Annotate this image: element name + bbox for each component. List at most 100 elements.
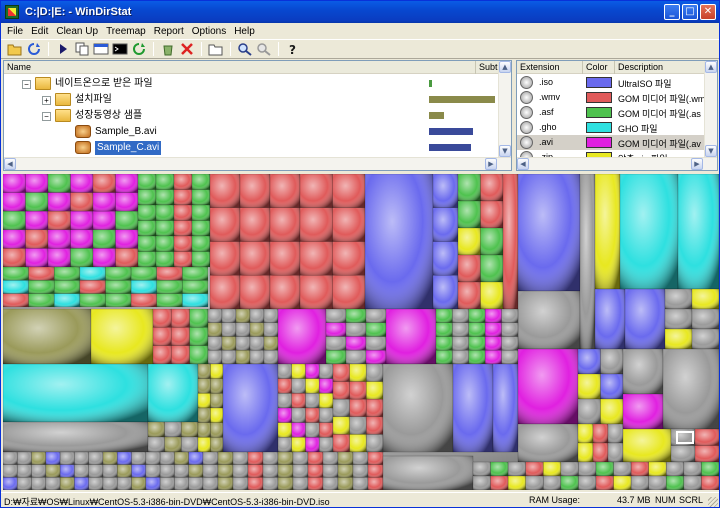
column-color[interactable]: Color [583, 61, 615, 74]
scroll-down-button[interactable]: ▼ [499, 145, 511, 157]
treemap-tile-shading [332, 398, 350, 418]
scroll-up-button[interactable]: ▲ [705, 61, 717, 73]
tree-row[interactable]: + 설치파일 [4, 92, 498, 108]
menu-treemap[interactable]: Treemap [103, 26, 151, 37]
menu-clean-up[interactable]: Clean Up [53, 26, 103, 37]
collapse-icon[interactable]: − [42, 112, 51, 121]
title-bar[interactable]: C:|D:|E: - WinDirStat _ □ ✕ [1, 1, 719, 23]
play-icon[interactable] [55, 41, 71, 57]
tree-row[interactable]: Sample_B.avi [4, 124, 498, 140]
maximize-button[interactable]: □ [682, 4, 698, 20]
treemap-tile-shading [592, 423, 609, 444]
tree-horizontal-scrollbar[interactable]: ◀ ▶ [4, 157, 511, 170]
menu-report[interactable]: Report [151, 26, 189, 37]
command-prompt-icon[interactable] [112, 41, 128, 57]
copy-path-icon[interactable] [74, 41, 90, 57]
menu-help[interactable]: Help [231, 26, 260, 37]
extension-row[interactable]: .gho GHO 파일 [517, 120, 705, 135]
file-type-icon [520, 121, 533, 134]
open-folder-icon[interactable] [7, 41, 23, 57]
treemap-tile-shading [59, 477, 75, 490]
close-button[interactable]: ✕ [700, 4, 716, 20]
zoom-in-icon[interactable] [237, 41, 253, 57]
menu-options[interactable]: Options [189, 26, 231, 37]
treemap-tile-shading [490, 461, 509, 477]
refresh-icon[interactable] [131, 41, 147, 57]
resize-grip[interactable] [708, 497, 718, 507]
treemap-tile-shading [619, 174, 679, 290]
treemap-tile-shading [291, 422, 306, 438]
treemap-tile-shading [155, 235, 175, 252]
treemap-tile-shading [31, 464, 47, 478]
treemap-tile-shading [457, 254, 481, 283]
new-folder-icon[interactable] [208, 41, 224, 57]
treemap-tile-shading [3, 308, 92, 365]
treemap-tile-shading [156, 280, 183, 294]
extension-row[interactable]: .avi GOM 미디어 파일(.av [517, 135, 705, 150]
column-name[interactable]: Name [4, 61, 476, 74]
treemap-tile-shading [622, 393, 664, 430]
extension-row[interactable]: .wmv GOM 미디어 파일(.wm [517, 90, 705, 105]
tree-vertical-scrollbar[interactable]: ▲ ▼ [498, 61, 511, 158]
tree-row[interactable]: − 네이트온으로 받은 파일 [4, 76, 498, 92]
treemap-tile-shading [332, 363, 350, 382]
extension-row[interactable]: .iso UltraISO 파일 [517, 75, 705, 90]
treemap-view[interactable] [3, 174, 719, 490]
expand-icon[interactable]: + [42, 96, 51, 105]
treemap-tile-shading [25, 229, 49, 249]
tree-row-label: 설치파일 [75, 94, 112, 105]
explorer-icon[interactable] [93, 41, 109, 57]
treemap-tile-shading [543, 475, 562, 490]
column-description[interactable]: Description [615, 61, 705, 74]
treemap-tile-shading [102, 477, 118, 490]
tree-row[interactable]: Sample_C.avi [4, 140, 498, 156]
treemap-tile-shading [577, 348, 601, 375]
treemap-tile-shading [197, 422, 211, 438]
treemap-tile-shading [457, 227, 481, 256]
extension-horizontal-scrollbar[interactable]: ◀ ▶ [517, 157, 717, 170]
recycle-icon[interactable] [160, 41, 176, 57]
scroll-down-button[interactable]: ▼ [705, 145, 717, 157]
scroll-left-button[interactable]: ◀ [517, 158, 529, 170]
zoom-out-icon[interactable] [256, 41, 272, 57]
treemap-tile-shading [607, 423, 624, 444]
scroll-left-button[interactable]: ◀ [4, 158, 16, 170]
treemap-tile-shading [480, 281, 504, 310]
windirstat-app-icon [5, 5, 19, 19]
treemap-tile-shading [3, 363, 149, 423]
treemap-tile-shading [3, 266, 29, 281]
tree-row[interactable]: − 성장동영상 샘플 [4, 108, 498, 124]
extension-list-pane[interactable]: Extension Color Description .iso UltraISO… [516, 60, 718, 171]
help-icon[interactable]: ? [285, 41, 301, 57]
treemap-tile-shading [622, 428, 672, 463]
treemap-tile-shading [28, 266, 55, 281]
menu-edit[interactable]: Edit [28, 26, 53, 37]
extension-color-swatch [586, 122, 612, 133]
collapse-icon[interactable]: − [22, 80, 31, 89]
treemap-tile-shading [305, 422, 320, 438]
scroll-right-button[interactable]: ▶ [691, 158, 703, 170]
avi-icon [75, 125, 91, 138]
treemap-tile-shading [683, 461, 702, 477]
delete-icon[interactable] [179, 41, 195, 57]
treemap-tile-shading [480, 200, 504, 229]
scroll-up-button[interactable]: ▲ [499, 61, 511, 73]
treemap-tile-shading [145, 464, 161, 478]
extension-row[interactable]: .asf GOM 미디어 파일(.as [517, 105, 705, 120]
treemap-tile-shading [332, 416, 350, 435]
treemap-tile-shading [365, 336, 387, 351]
menu-file[interactable]: File [4, 26, 28, 37]
scroll-right-button[interactable]: ▶ [485, 158, 497, 170]
column-extension[interactable]: Extension [517, 61, 583, 74]
extension-vertical-scrollbar[interactable]: ▲ ▼ [704, 61, 717, 158]
directory-tree-pane[interactable]: Name Subtr − 네이트온으로 받은 파일 + 설치파일 − 성장동영상 샘플 Sa… [3, 60, 512, 171]
treemap-tile-shading [210, 407, 224, 423]
treemap-tile-shading [232, 477, 249, 490]
treemap-tile-shading [171, 345, 190, 365]
menu-bar: File Edit Clean Up Treemap Report Option… [1, 23, 719, 39]
minimize-button[interactable]: _ [664, 4, 680, 20]
refresh-all-icon[interactable] [26, 41, 42, 57]
treemap-canvas[interactable] [3, 174, 719, 490]
treemap-tile-shading [217, 464, 234, 478]
column-subtree[interactable]: Subtr [476, 61, 498, 74]
